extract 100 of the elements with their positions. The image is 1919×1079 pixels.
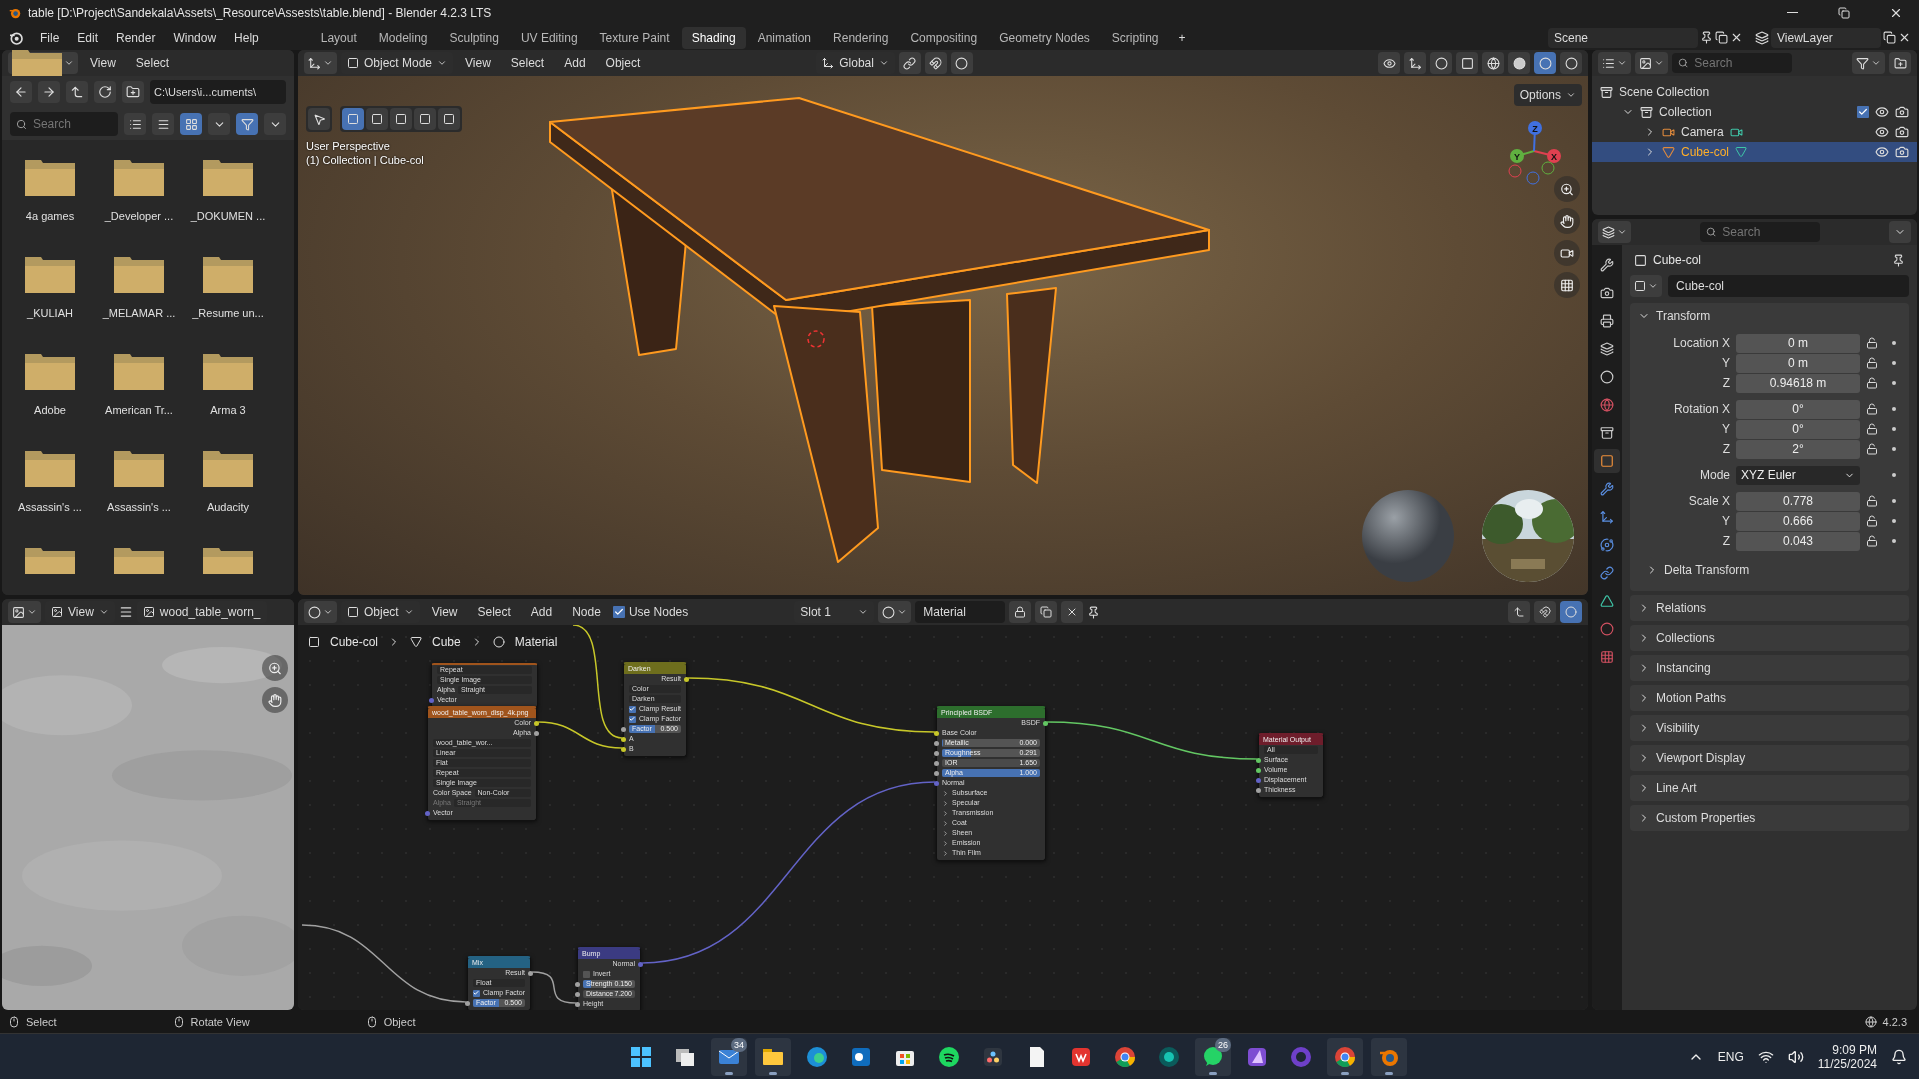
panel-header[interactable]: Collections <box>1630 625 1909 651</box>
panel-header[interactable]: Delta Transform <box>1630 557 1909 583</box>
number-field[interactable]: 0.778 <box>1736 491 1860 511</box>
status-hint: Rotate View <box>190 1015 250 1028</box>
material-name-field[interactable]: Material <box>915 601 1006 623</box>
search-field[interactable]: Search <box>1672 53 1792 73</box>
menu-item[interactable]: View <box>457 53 499 73</box>
folder-name[interactable]: _MELAMAR ... <box>102 307 176 319</box>
outliner-row[interactable]: Camera <box>1592 122 1917 142</box>
number-field[interactable]: 0 m <box>1736 353 1860 373</box>
axis-label[interactable]: X <box>1551 151 1557 162</box>
workspace-tab[interactable]: Texture Paint <box>589 26 680 49</box>
breadcrumb[interactable]: Cube <box>432 635 461 649</box>
folder-name[interactable]: _KULIAH <box>27 307 73 319</box>
axis-label[interactable]: Y <box>1514 151 1520 162</box>
folder-name[interactable]: _DOKUMEN ... <box>190 210 266 222</box>
menu-item[interactable]: Object <box>597 53 649 73</box>
panel-header[interactable]: Relations <box>1630 595 1909 621</box>
folder-name[interactable]: Assassin's ... <box>107 501 171 513</box>
workspace-tab[interactable]: Animation <box>747 26 822 49</box>
taskbar-app[interactable]: 34 <box>710 1037 747 1076</box>
property-label: Mode <box>1698 468 1730 482</box>
outliner-label[interactable]: Cube-col <box>1681 145 1730 159</box>
language-indicator[interactable]: ENG <box>1717 1049 1744 1064</box>
folder-name[interactable]: _Developer ... <box>104 210 174 222</box>
clock-date[interactable]: 11/25/2024 <box>1817 1056 1877 1071</box>
workspace-tab[interactable]: UV Editing <box>510 26 588 49</box>
workspace-tab[interactable]: Geometry Nodes <box>989 26 1100 49</box>
panel-header[interactable]: Viewport Display <box>1630 745 1909 771</box>
folder-name[interactable]: American Tr... <box>105 404 173 416</box>
number-field[interactable]: 0° <box>1736 399 1860 419</box>
number-field[interactable]: 2° <box>1736 439 1860 459</box>
workspace-tab[interactable]: Rendering <box>823 26 899 49</box>
scene-field[interactable]: Scene <box>1548 27 1698 48</box>
menu-item[interactable]: Add <box>556 53 594 73</box>
search-field[interactable]: Search <box>10 112 118 136</box>
outliner-label[interactable]: Scene Collection <box>1619 85 1710 99</box>
outliner-row[interactable]: Cube-col <box>1592 142 1917 162</box>
menu-item[interactable]: Add <box>522 602 561 622</box>
status-hint: Object <box>383 1015 416 1028</box>
view-layer-field[interactable]: ViewLayer <box>1771 27 1881 48</box>
panel-header[interactable]: Custom Properties <box>1630 805 1909 831</box>
panel-header[interactable]: Line Art <box>1630 775 1909 801</box>
menu-item[interactable]: File <box>32 27 68 48</box>
menu-item[interactable]: Select <box>127 53 178 73</box>
panel-header[interactable]: Motion Paths <box>1630 685 1909 711</box>
menu-item[interactable]: Edit <box>69 27 107 48</box>
viewport-info-text: User Perspective <box>306 140 391 152</box>
menu-item[interactable]: Node <box>564 602 609 622</box>
add-workspace-button[interactable]: + <box>1170 27 1194 48</box>
outliner-label[interactable]: Camera <box>1681 125 1724 139</box>
panel-header[interactable]: Instancing <box>1630 655 1909 681</box>
workspace-tab[interactable]: Layout <box>310 26 367 49</box>
menu-item[interactable]: View <box>423 602 466 622</box>
outliner-label[interactable]: Collection <box>1659 105 1712 119</box>
property-label: Y <box>1721 356 1730 370</box>
workspace-tab[interactable]: Sculpting <box>439 26 509 49</box>
number-field[interactable]: 0.043 <box>1736 531 1860 551</box>
taskbar-app[interactable]: 26 <box>1194 1037 1231 1076</box>
workspace-tab[interactable]: Modeling <box>368 26 438 49</box>
folder-name[interactable]: Adobe <box>34 404 66 416</box>
workspace-tab[interactable]: Shading <box>681 26 746 49</box>
window-title: table [D:\Project\Sandekala\Assets\_Resource\Assests\table.blend] - Blender 4.2.3 LTS <box>28 5 492 20</box>
folder-name[interactable]: _Resume un... <box>192 307 264 319</box>
path-field[interactable]: C:\Users\i...cuments\ <box>150 80 286 104</box>
panel-header[interactable]: Transform <box>1630 303 1909 329</box>
search-input[interactable]: Search <box>1720 224 1814 240</box>
menu-item[interactable]: Help <box>226 27 267 48</box>
workspace-tab[interactable]: Compositing <box>900 26 988 49</box>
axis-label[interactable]: Z <box>1532 123 1538 134</box>
menu-item[interactable]: Select <box>502 53 553 73</box>
mode-dropdown[interactable]: XYZ Euler <box>1736 465 1860 485</box>
menu-item[interactable]: Select <box>469 602 519 622</box>
name-field[interactable]: Cube-col <box>1668 275 1909 297</box>
checkbox-label[interactable]: Use Nodes <box>628 602 697 622</box>
number-field[interactable]: 0 m <box>1736 333 1860 353</box>
clock-time[interactable]: 9:09 PM <box>1832 1042 1877 1057</box>
menu-item[interactable]: View <box>82 53 124 73</box>
breadcrumb[interactable]: Material <box>514 635 558 649</box>
property-label: Z <box>1721 376 1730 390</box>
menu-item[interactable]: Window <box>165 27 225 48</box>
folder-name[interactable]: Audacity <box>206 501 250 513</box>
number-field[interactable]: 0.666 <box>1736 511 1860 531</box>
folder-name[interactable]: 4a games <box>25 210 75 222</box>
version-text: 4.2.3 <box>1882 1015 1907 1028</box>
notification-badge: 34 <box>730 1037 747 1052</box>
number-field[interactable]: 0° <box>1736 419 1860 439</box>
workspace-tab[interactable]: Scripting <box>1101 26 1169 49</box>
number-field[interactable]: 0.94618 m <box>1736 373 1860 393</box>
panel-header[interactable]: Visibility <box>1630 715 1909 741</box>
folder-name[interactable]: Assassin's ... <box>18 501 82 513</box>
axis-gizmo[interactable]: Z Y X <box>1499 116 1569 186</box>
folder-name[interactable]: Arma 3 <box>210 404 246 416</box>
search-input[interactable]: Search <box>1692 55 1786 71</box>
options-button[interactable]: Options <box>1513 84 1582 106</box>
search-field[interactable]: Search <box>1700 222 1820 242</box>
breadcrumb[interactable]: Cube-col <box>330 635 379 649</box>
property-label: Y <box>1721 514 1730 528</box>
menu-item[interactable]: Render <box>108 27 164 48</box>
search-input[interactable]: Search <box>30 116 112 132</box>
